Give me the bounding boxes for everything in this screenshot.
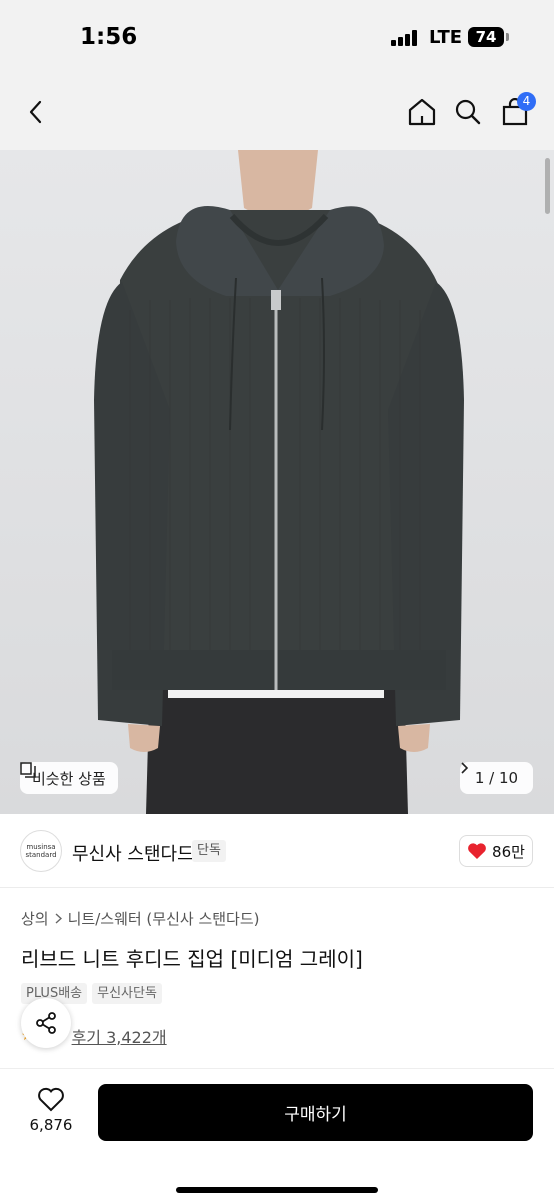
similar-products-button[interactable]: 비슷한 상품 (20, 762, 118, 794)
battery-tip (506, 33, 509, 41)
status-time: 1:56 (80, 24, 138, 50)
brand-logo[interactable]: musinsa standard (20, 830, 62, 872)
similar-label: 비슷한 상품 (32, 769, 106, 788)
scroll-indicator[interactable] (545, 158, 550, 214)
breadcrumb-item[interactable]: 니트/스웨터 (무신사 스탠다드) (68, 908, 260, 929)
wishlist-count: 6,876 (29, 1116, 73, 1134)
brand-name[interactable]: 무신사 스탠다드 (72, 840, 194, 866)
brand-row: musinsa standard 무신사 스탠다드 단독 86만 (0, 814, 554, 888)
cart-badge: 4 (517, 92, 536, 111)
status-bar: 1:56 LTE 74 (0, 0, 554, 74)
similar-icon (20, 762, 36, 778)
wishlist-button[interactable]: 6,876 (20, 1087, 82, 1134)
chevron-right-icon (461, 762, 468, 774)
like-count: 86만 (492, 842, 525, 861)
review-link[interactable]: 후기 3,422개 (72, 1024, 167, 1048)
heart-outline-icon (38, 1087, 64, 1112)
nav-bar: 4 (0, 74, 554, 150)
buy-button[interactable]: 구매하기 (98, 1084, 533, 1141)
signal-icon (391, 30, 421, 46)
tag-exclusive: 무신사단독 (92, 983, 162, 1004)
image-counter: 1 / 10 (474, 769, 519, 787)
network-label: LTE (429, 27, 463, 48)
back-button[interactable] (16, 92, 56, 132)
battery-icon: 74 (468, 27, 504, 47)
heart-icon (468, 843, 486, 859)
home-icon (408, 98, 436, 126)
bottom-action-bar: 6,876 구매하기 (0, 1068, 554, 1200)
back-icon (29, 100, 42, 124)
search-icon (455, 99, 481, 125)
image-counter-button[interactable]: 1 / 10 (460, 762, 533, 794)
search-button[interactable] (448, 92, 488, 132)
share-button[interactable] (21, 998, 71, 1048)
product-title: 리브드 니트 후디드 집업 [미디엄 그레이] (21, 947, 363, 971)
home-button[interactable] (402, 92, 442, 132)
share-icon (36, 1012, 56, 1034)
chevron-right-icon (55, 913, 62, 924)
breadcrumb-item[interactable]: 상의 (21, 908, 49, 929)
home-indicator (176, 1187, 378, 1193)
product-illustration (94, 150, 464, 814)
product-image[interactable]: 비슷한 상품 1 / 10 (0, 150, 554, 814)
like-button[interactable]: 86만 (459, 835, 533, 867)
breadcrumb: 상의 니트/스웨터 (무신사 스탠다드) (21, 908, 260, 929)
cart-button[interactable]: 4 (495, 92, 536, 132)
exclusive-badge: 단독 (192, 840, 226, 862)
